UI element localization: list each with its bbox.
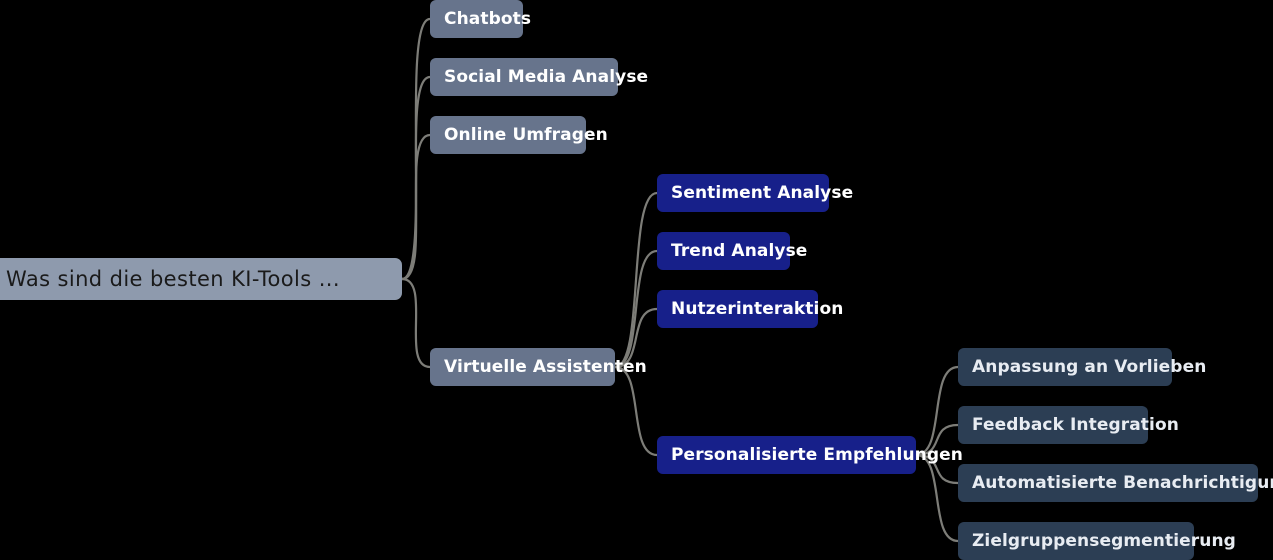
mindmap-node-zielgruppensegmentierung[interactable]: Zielgruppensegmentierung bbox=[958, 522, 1236, 560]
node-label: Virtuelle Assistenten bbox=[444, 357, 647, 377]
edge-root-to-online_umfragen bbox=[400, 133, 432, 281]
mindmap-node-chatbots[interactable]: Chatbots bbox=[430, 0, 532, 38]
edge-root-to-social_media bbox=[400, 75, 432, 281]
mindmap-node-automatisierte-benachrichtigungen[interactable]: Automatisierte Benachrichtigungen bbox=[958, 464, 1273, 502]
mindmap-canvas: Was sind die besten KI-Tools ... Chatbot… bbox=[0, 0, 1273, 560]
mindmap-node-feedback-integration[interactable]: Feedback Integration bbox=[958, 406, 1179, 444]
node-label: Nutzerinteraktion bbox=[671, 299, 844, 319]
node-label: Automatisierte Benachrichtigungen bbox=[972, 473, 1273, 493]
edge-personalisierte-to-anpassung bbox=[914, 365, 960, 457]
node-label: Chatbots bbox=[444, 9, 532, 29]
node-label: Online Umfragen bbox=[444, 125, 608, 145]
edge-root-to-virtuelle_assistenten bbox=[400, 277, 432, 369]
mindmap-node-social-media-analyse[interactable]: Social Media Analyse bbox=[430, 58, 649, 96]
node-label: Feedback Integration bbox=[972, 415, 1179, 435]
edge-virtuelle_assistenten-to-sentiment bbox=[613, 191, 659, 369]
mindmap-node-sentiment-analyse[interactable]: Sentiment Analyse bbox=[657, 174, 854, 212]
node-label: Anpassung an Vorlieben bbox=[972, 357, 1207, 377]
node-label: Sentiment Analyse bbox=[671, 183, 854, 203]
node-label: Trend Analyse bbox=[671, 241, 808, 261]
edge-virtuelle_assistenten-to-trend bbox=[613, 249, 659, 369]
node-label: Zielgruppensegmentierung bbox=[972, 531, 1236, 551]
mindmap-node-online-umfragen[interactable]: Online Umfragen bbox=[430, 116, 608, 154]
mindmap-node-nutzerinteraktion[interactable]: Nutzerinteraktion bbox=[657, 290, 844, 328]
mindmap-node-root[interactable]: Was sind die besten KI-Tools ... bbox=[0, 258, 402, 300]
node-label: Was sind die besten KI-Tools ... bbox=[6, 267, 340, 291]
edge-root-to-chatbots bbox=[400, 17, 432, 281]
mindmap-node-trend-analyse[interactable]: Trend Analyse bbox=[657, 232, 808, 270]
mindmap-node-anpassung-an-vorlieben[interactable]: Anpassung an Vorlieben bbox=[958, 348, 1207, 386]
mindmap-node-virtuelle-assistenten[interactable]: Virtuelle Assistenten bbox=[430, 348, 647, 386]
edge-virtuelle_assistenten-to-personalisierte bbox=[613, 365, 659, 457]
node-label: Social Media Analyse bbox=[444, 67, 649, 87]
edge-personalisierte-to-zielgruppen bbox=[914, 453, 960, 543]
mindmap-node-personalisierte-empfehlungen[interactable]: Personalisierte Empfehlungen bbox=[657, 436, 963, 474]
node-label: Personalisierte Empfehlungen bbox=[671, 445, 963, 465]
